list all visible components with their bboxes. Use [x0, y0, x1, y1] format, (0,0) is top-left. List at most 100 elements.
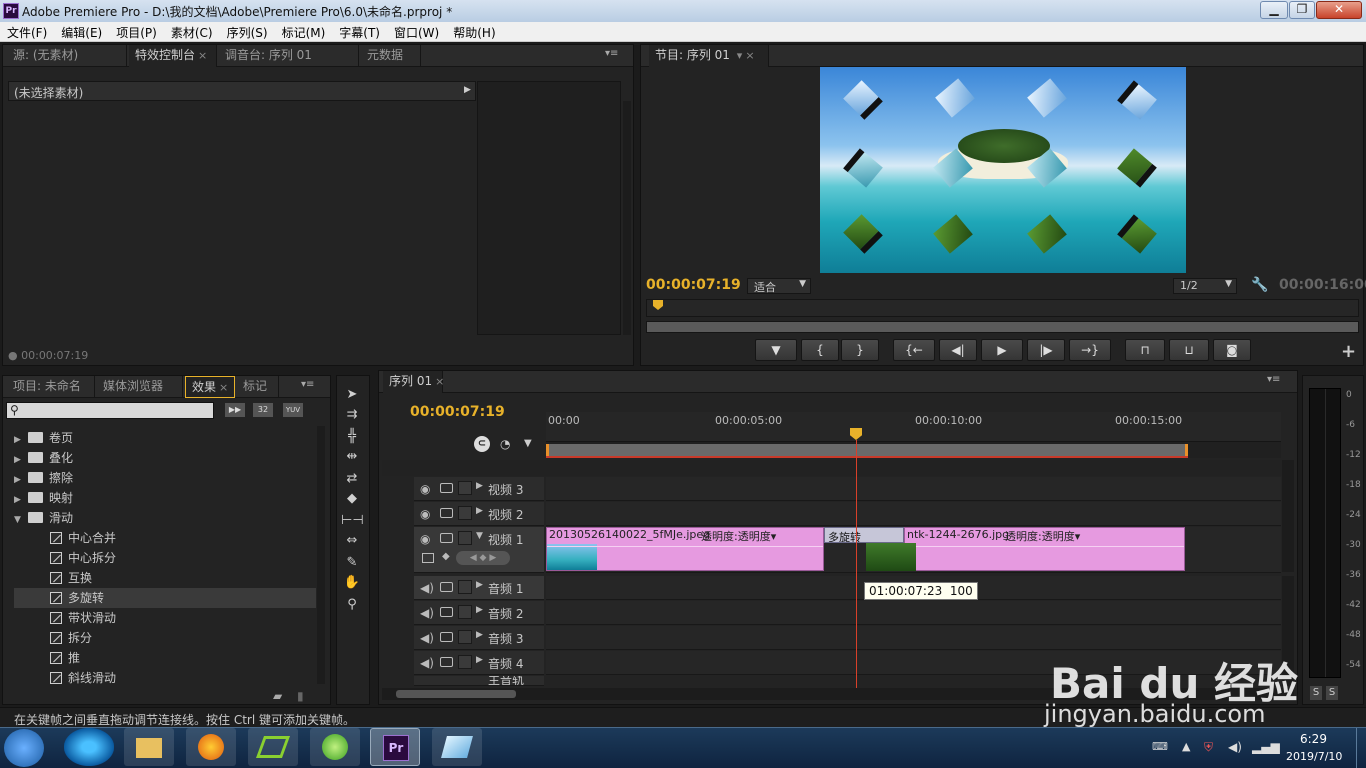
menu-help[interactable]: 帮助(H): [446, 22, 502, 41]
video-app-taskbar-icon[interactable]: [248, 728, 298, 766]
fit-dropdown[interactable]: 适合 ▼: [747, 278, 811, 294]
menu-sequence[interactable]: 序列(S): [220, 22, 275, 41]
close-icon[interactable]: ×: [198, 49, 207, 62]
panel-menu-icon[interactable]: ▾≡: [1267, 374, 1280, 385]
monitor-icon[interactable]: [440, 508, 453, 518]
track-header-master[interactable]: 主音轨: [414, 676, 544, 686]
chevron-right-icon[interactable]: ▶: [476, 506, 483, 516]
eye-icon[interactable]: ◉: [420, 482, 430, 496]
tab-metadata[interactable]: 元数据: [361, 45, 421, 67]
menu-clip[interactable]: 素材(C): [164, 22, 220, 41]
program-video-frame[interactable]: [820, 67, 1186, 273]
program-zoom-bar[interactable]: [646, 321, 1359, 333]
clip-opacity-dropdown[interactable]: 透明度:透明度▾: [1005, 528, 1080, 544]
keyframe-area[interactable]: [477, 81, 621, 335]
chevron-right-icon[interactable]: ▶: [476, 580, 483, 590]
tree-effect-push[interactable]: 推: [14, 648, 316, 668]
wrench-icon[interactable]: 🔧: [1251, 277, 1268, 293]
minimize-button[interactable]: ▁: [1260, 1, 1288, 19]
lock-toggle[interactable]: [458, 481, 472, 495]
tab-markers[interactable]: 标记: [237, 376, 279, 398]
chevron-right-icon[interactable]: ▶: [476, 605, 483, 615]
chevron-right-icon[interactable]: ▶: [14, 470, 28, 490]
work-area-bar[interactable]: [546, 444, 1188, 456]
speaker-icon[interactable]: ◀): [420, 581, 434, 595]
monitor-icon[interactable]: [440, 632, 453, 642]
close-button[interactable]: ✕: [1316, 1, 1362, 19]
monitor-icon[interactable]: [440, 483, 453, 493]
speaker-icon[interactable]: ◀): [420, 631, 434, 645]
add-marker-button[interactable]: ▼: [755, 339, 797, 361]
tree-effect-center-merge[interactable]: 中心合并: [14, 528, 316, 548]
lock-toggle[interactable]: [458, 506, 472, 520]
tab-program[interactable]: 节目: 序列 01 ▾ ×: [649, 45, 769, 67]
program-timecode[interactable]: 00:00:07:19: [646, 277, 741, 293]
hand-tool-icon[interactable]: ✋: [341, 574, 363, 592]
chevron-right-icon[interactable]: ▶: [476, 481, 483, 491]
menu-file[interactable]: 文件(F): [0, 22, 54, 41]
pen-tool-icon[interactable]: ✎: [341, 554, 363, 572]
selection-tool-icon[interactable]: ➤: [341, 386, 363, 404]
tab-project[interactable]: 项目: 未命名: [7, 376, 95, 398]
go-to-in-button[interactable]: {←: [893, 339, 935, 361]
razor-tool-icon[interactable]: ◆: [341, 490, 363, 508]
close-icon[interactable]: ×: [435, 375, 444, 388]
clock-date[interactable]: 2019/7/10: [1286, 750, 1342, 763]
add-marker-icon[interactable]: ▼: [524, 438, 532, 449]
32bit-effects-icon[interactable]: 32: [253, 403, 273, 417]
volume-icon[interactable]: ◀): [1228, 740, 1242, 754]
go-to-out-button[interactable]: →}: [1069, 339, 1111, 361]
menu-project[interactable]: 项目(P): [109, 22, 164, 41]
effects-search-input[interactable]: ⚲: [6, 402, 214, 419]
monitor-icon[interactable]: [440, 607, 453, 617]
maximize-button[interactable]: ❐: [1289, 1, 1315, 19]
tree-effect-slash-slide[interactable]: 斜线滑动: [14, 668, 316, 686]
eye-icon[interactable]: ◉: [420, 532, 430, 546]
monitor-icon[interactable]: [440, 657, 453, 667]
chevron-down-icon[interactable]: ▼: [476, 531, 483, 541]
tree-effect-swap[interactable]: 互换: [14, 568, 316, 588]
lock-toggle[interactable]: [458, 605, 472, 619]
eye-icon[interactable]: ◉: [420, 507, 430, 521]
dropdown-icon[interactable]: ▾: [737, 49, 743, 62]
timeline-timecode[interactable]: 00:00:07:19: [410, 404, 505, 420]
keyboard-icon[interactable]: ⌨: [1152, 740, 1168, 753]
browser-taskbar-icon[interactable]: [310, 728, 360, 766]
close-icon[interactable]: ×: [745, 49, 754, 62]
panel-menu-icon[interactable]: ▾≡: [605, 48, 618, 59]
tab-sequence-01[interactable]: 序列 01 ×: [383, 371, 444, 393]
accelerated-effects-icon[interactable]: ▶▶: [225, 403, 245, 417]
track-select-tool-icon[interactable]: ⇉: [341, 406, 363, 424]
explorer-taskbar-icon[interactable]: [124, 728, 174, 766]
solo-right-button[interactable]: S: [1326, 686, 1338, 700]
chevron-right-icon[interactable]: ▶: [14, 450, 28, 470]
tree-folder-page-peel[interactable]: ▶ 卷页: [14, 428, 316, 448]
tree-effect-center-split[interactable]: 中心拆分: [14, 548, 316, 568]
clip-2[interactable]: ntk-1244-2676.jpg 透明度:透明度▾: [904, 527, 1185, 571]
track-row-audio-2[interactable]: [546, 601, 1281, 625]
menu-title[interactable]: 字幕(T): [332, 22, 387, 41]
monitor-icon[interactable]: [440, 533, 453, 543]
mark-in-button[interactable]: {: [801, 339, 839, 361]
tray-expand-icon[interactable]: ▲: [1182, 740, 1190, 753]
track-row-audio-3[interactable]: [546, 626, 1281, 650]
tree-folder-map[interactable]: ▶ 映射: [14, 488, 316, 508]
slip-tool-icon[interactable]: ⊢⊣: [341, 512, 364, 530]
chevron-down-icon[interactable]: ▼: [14, 510, 28, 530]
media-center-taskbar-icon[interactable]: [64, 728, 114, 766]
close-icon[interactable]: ×: [219, 381, 228, 394]
tree-effect-split[interactable]: 拆分: [14, 628, 316, 648]
extract-button[interactable]: ⊔: [1169, 339, 1209, 361]
snap-icon[interactable]: ⊂: [474, 436, 490, 452]
step-forward-button[interactable]: |▶: [1027, 339, 1065, 361]
lock-toggle[interactable]: [458, 655, 472, 669]
tab-media-browser[interactable]: 媒体浏览器: [97, 376, 183, 398]
mark-out-button[interactable]: }: [841, 339, 879, 361]
trash-icon[interactable]: ▮: [297, 689, 304, 703]
tree-folder-wipe[interactable]: ▶ 擦除: [14, 468, 316, 488]
zoom-tool-icon[interactable]: ⚲: [341, 596, 363, 614]
menu-marker[interactable]: 标记(M): [275, 22, 333, 41]
show-desktop-button[interactable]: [1356, 728, 1366, 768]
add-button[interactable]: +: [1341, 341, 1356, 362]
clip-1[interactable]: 20130526140022_5fMJe.jpeg 透明度:透明度▾: [546, 527, 824, 571]
